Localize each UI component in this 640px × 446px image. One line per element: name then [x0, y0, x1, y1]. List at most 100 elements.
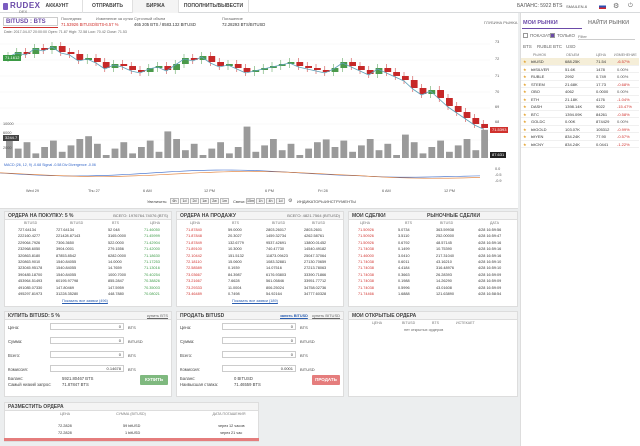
table-row[interactable]: 390485.18700 1540.84055 1000.7000 70.40254 [4, 272, 170, 278]
table-row[interactable]: 72.58589 0.1939 14.07516 27213.78063 [176, 265, 342, 271]
zoom-2w[interactable]: 2w [210, 198, 219, 204]
table-row[interactable]: 229064.7926 7306.3650 522.0000 71.42904 [4, 240, 170, 246]
tab-my-trades[interactable]: МОИ СДЕЛКИ [352, 213, 386, 219]
tab-find-markets[interactable]: НАЙТИ РЫНКИ [588, 20, 629, 26]
table-row[interactable]: 72.18110 15.0600 1083.32881 27130.70659 [176, 259, 342, 265]
table-row[interactable]: 495297.81973 31228.35280 448.7880 70.08021 [4, 291, 170, 297]
candle-1h[interactable]: 1h [256, 198, 265, 204]
table-row[interactable]: 71.74038 0.1988 14.26290 4/28 16:59:09 [348, 278, 514, 284]
market-tab-ruble[interactable]: RUBLE [537, 44, 552, 49]
buy-best-value[interactable]: 71.87847 BTS [62, 382, 89, 387]
market-row[interactable]: ★ bitYEN 834.24K 77.90 -0.57% [521, 133, 639, 141]
table-row[interactable]: 73.03667 84.3987 6176.93803 33390.71866 [176, 272, 342, 278]
market-tab-usd[interactable]: USD [566, 44, 576, 49]
tools-button[interactable]: ИНСТРУМЕНТЫ [325, 199, 356, 204]
star-icon[interactable]: ★ [523, 111, 527, 119]
star-icon[interactable]: ★ [523, 141, 527, 149]
table-row[interactable]: 222160.4277 221428.87143 3165.0000 71.45999 [4, 233, 170, 239]
buy-orders-more-link[interactable]: Показать все заявки (496) [62, 299, 108, 303]
table-row[interactable]: 320863.8180 87853.8542 6282.0000 71.18630 [4, 253, 170, 259]
zoom-2d[interactable]: 2d [190, 198, 199, 204]
depth-chart-link[interactable]: ГЛУБИНА РЫНКА [484, 20, 517, 25]
table-row[interactable]: 320863.9010 1540.84055 14.0000 71.17253 [4, 259, 170, 265]
zoom-1m[interactable]: 1m [220, 198, 229, 204]
indicators-button[interactable]: ИНДИКАТОРЫ [297, 199, 325, 204]
gear-icon[interactable]: ⚙ [288, 198, 292, 204]
sell-best-value[interactable]: 71.46559 BTS [234, 382, 261, 387]
power-icon[interactable]: ⏻ [628, 3, 633, 10]
market-row[interactable]: ★ bitSILVER 51.6K 1478 0.00% [521, 66, 639, 74]
balance-display[interactable]: БАЛАНС: 5922 BTS [517, 0, 562, 13]
market-row[interactable]: ★ bitGOLD 103.07K 105312 -0.99% [521, 126, 639, 134]
buy-amount-input[interactable]: 0 [50, 337, 124, 344]
table-row[interactable]: 71.74038 4.4184 316.48976 4/28 16:59:10 [348, 265, 514, 271]
table-row[interactable]: 71.74038 0.5996 43.01608 4/28 16:59:09 [348, 285, 514, 291]
table-row[interactable]: 71.74038 0.1499 10.75390 4/28 16:59:16 [348, 246, 514, 252]
table-row[interactable]: 453964.51493 60195.97798 855.2847 70.38826 [4, 278, 170, 284]
table-row[interactable]: 71.74038 0.3663 26.28393 4/28 16:59:09 [348, 272, 514, 278]
buy-total-input[interactable]: 0 [50, 351, 124, 358]
sell-button[interactable]: ПРОДАТЬ [312, 375, 340, 385]
sell-balance-value[interactable]: 0 BITUSD [234, 376, 253, 381]
zoom-6h[interactable]: 6h [170, 198, 179, 204]
market-row[interactable]: ★ BTC 1394.09K 84261 -0.58% [521, 111, 639, 119]
sell-orders-more-link[interactable]: Показать все заявки (189) [232, 299, 278, 303]
buy-button[interactable]: КУПИТЬ [140, 375, 168, 385]
table-row[interactable]: 71.46000 3.0410 217.31040 4/28 16:59:16 [348, 253, 514, 259]
market-row[interactable]: ★ bitCNY 834.24K 0.0441 -1.22% [521, 141, 639, 149]
star-icon[interactable]: ★ [523, 126, 527, 134]
nav-deposit-withdraw[interactable]: ПОПОЛНИТЬ/ВЫВЕСТИ [179, 0, 249, 13]
market-row[interactable]: ★ GOLDC 0.00K 874429 0.00% [521, 118, 639, 126]
star-icon[interactable]: ★ [523, 88, 527, 96]
table-row[interactable]: 73.21667 7.6628 561.05846 33951.77712 [176, 278, 342, 284]
market-filter-input[interactable] [578, 33, 635, 40]
market-tab-btc[interactable]: BTC [553, 44, 562, 49]
table-row[interactable]: 72.10442 151.5132 11873.09423 25047.37064 [176, 253, 342, 259]
market-row[interactable]: ★ STEEM 21.68K 17.73 -0.68% [521, 81, 639, 89]
buy-fee-input[interactable]: 0.14678 [50, 365, 124, 372]
candle-4h[interactable]: 4h [266, 198, 275, 204]
show-checkbox[interactable] [523, 33, 528, 38]
table-row[interactable]: 232968.6050 3904.0001 279.1556 71.42000 [4, 246, 170, 252]
table-row[interactable]: 727.64134 727.64134 52 048 71.46050 [4, 227, 170, 233]
star-icon[interactable]: ★ [523, 58, 527, 66]
sell-price-input[interactable]: 0 [222, 323, 296, 330]
candle-1d[interactable]: 1d [276, 198, 285, 204]
table-row[interactable]: 71.87840 59.0000 2803.26017 2803.2601 [176, 227, 342, 233]
sell-total-input[interactable]: 0 [222, 351, 296, 358]
gear-icon[interactable]: ⚙ [613, 2, 619, 10]
star-icon[interactable]: ★ [523, 73, 527, 81]
nav-account[interactable]: АККАУНТ [32, 0, 83, 13]
market-row[interactable]: ★ ETH 21.18K 4176 -1.04% [521, 96, 639, 104]
nav-send[interactable]: ОТПРАВИТЬ [83, 0, 133, 13]
tab-market-trades[interactable]: РЫНОЧНЫЕ СДЕЛКИ [427, 212, 480, 220]
account-name[interactable]: SMAILEN-6 [566, 0, 587, 13]
market-row[interactable]: ★ DASH 1398.14K 9022 -15.47% [521, 103, 639, 111]
buy-bts-link[interactable]: купить BTS [147, 312, 168, 320]
buy-bitusd-link[interactable]: купить BITUSD [312, 312, 340, 320]
candle-15m[interactable]: 15m [246, 198, 255, 204]
table-row[interactable]: 491085.07330 147.80469 147.5959 70.35003 [4, 285, 170, 291]
only-starred-checkbox[interactable] [550, 33, 555, 38]
nav-exchange[interactable]: БИРЖА [133, 0, 179, 13]
sell-amount-input[interactable]: 0 [222, 337, 296, 344]
table-row[interactable]: 71.87848 20.3027 1459.32734 4262.58761 [176, 233, 342, 239]
table-row[interactable]: 71.50926 5.0734 363.59938 4/28 16:59:56 [348, 227, 514, 233]
star-icon[interactable]: ★ [523, 96, 527, 104]
buy-balance-value[interactable]: 5921.80467 BTS [62, 376, 93, 381]
table-row[interactable]: 71.74466 1.6888 121.63890 4/28 16:58:54 [348, 291, 514, 297]
tab-my-markets[interactable]: МОИ РЫНКИ [523, 20, 558, 26]
star-icon[interactable]: ★ [523, 103, 527, 111]
star-icon[interactable]: ★ [523, 81, 527, 89]
table-row[interactable]: 73.46489 0.7498 54.92164 34777.60328 [176, 291, 342, 297]
star-icon[interactable]: ★ [523, 66, 527, 74]
table-row[interactable]: 71.50926 3.5110 252.00000 4/28 16:59:47 [348, 233, 514, 239]
table-row[interactable]: 71.87849 132.6779 9537.42691 13800.01452 [176, 240, 342, 246]
table-row[interactable]: 73.29333 11.0004 806.25024 34758.02736 [176, 285, 342, 291]
market-row[interactable]: ★ bitUSD 688.25K 71.54 -6.57% [521, 58, 639, 66]
table-row[interactable]: 71.50926 0.6792 48.57145 4/28 16:59:16 [348, 240, 514, 246]
market-row[interactable]: ★ RUBLE 2992 0.749 0.00% [521, 73, 639, 81]
star-icon[interactable]: ★ [523, 118, 527, 126]
language-flag-icon[interactable] [599, 4, 606, 9]
table-row[interactable]: 323045.95178 1540.84055 14.7659 71.13016 [4, 265, 170, 271]
